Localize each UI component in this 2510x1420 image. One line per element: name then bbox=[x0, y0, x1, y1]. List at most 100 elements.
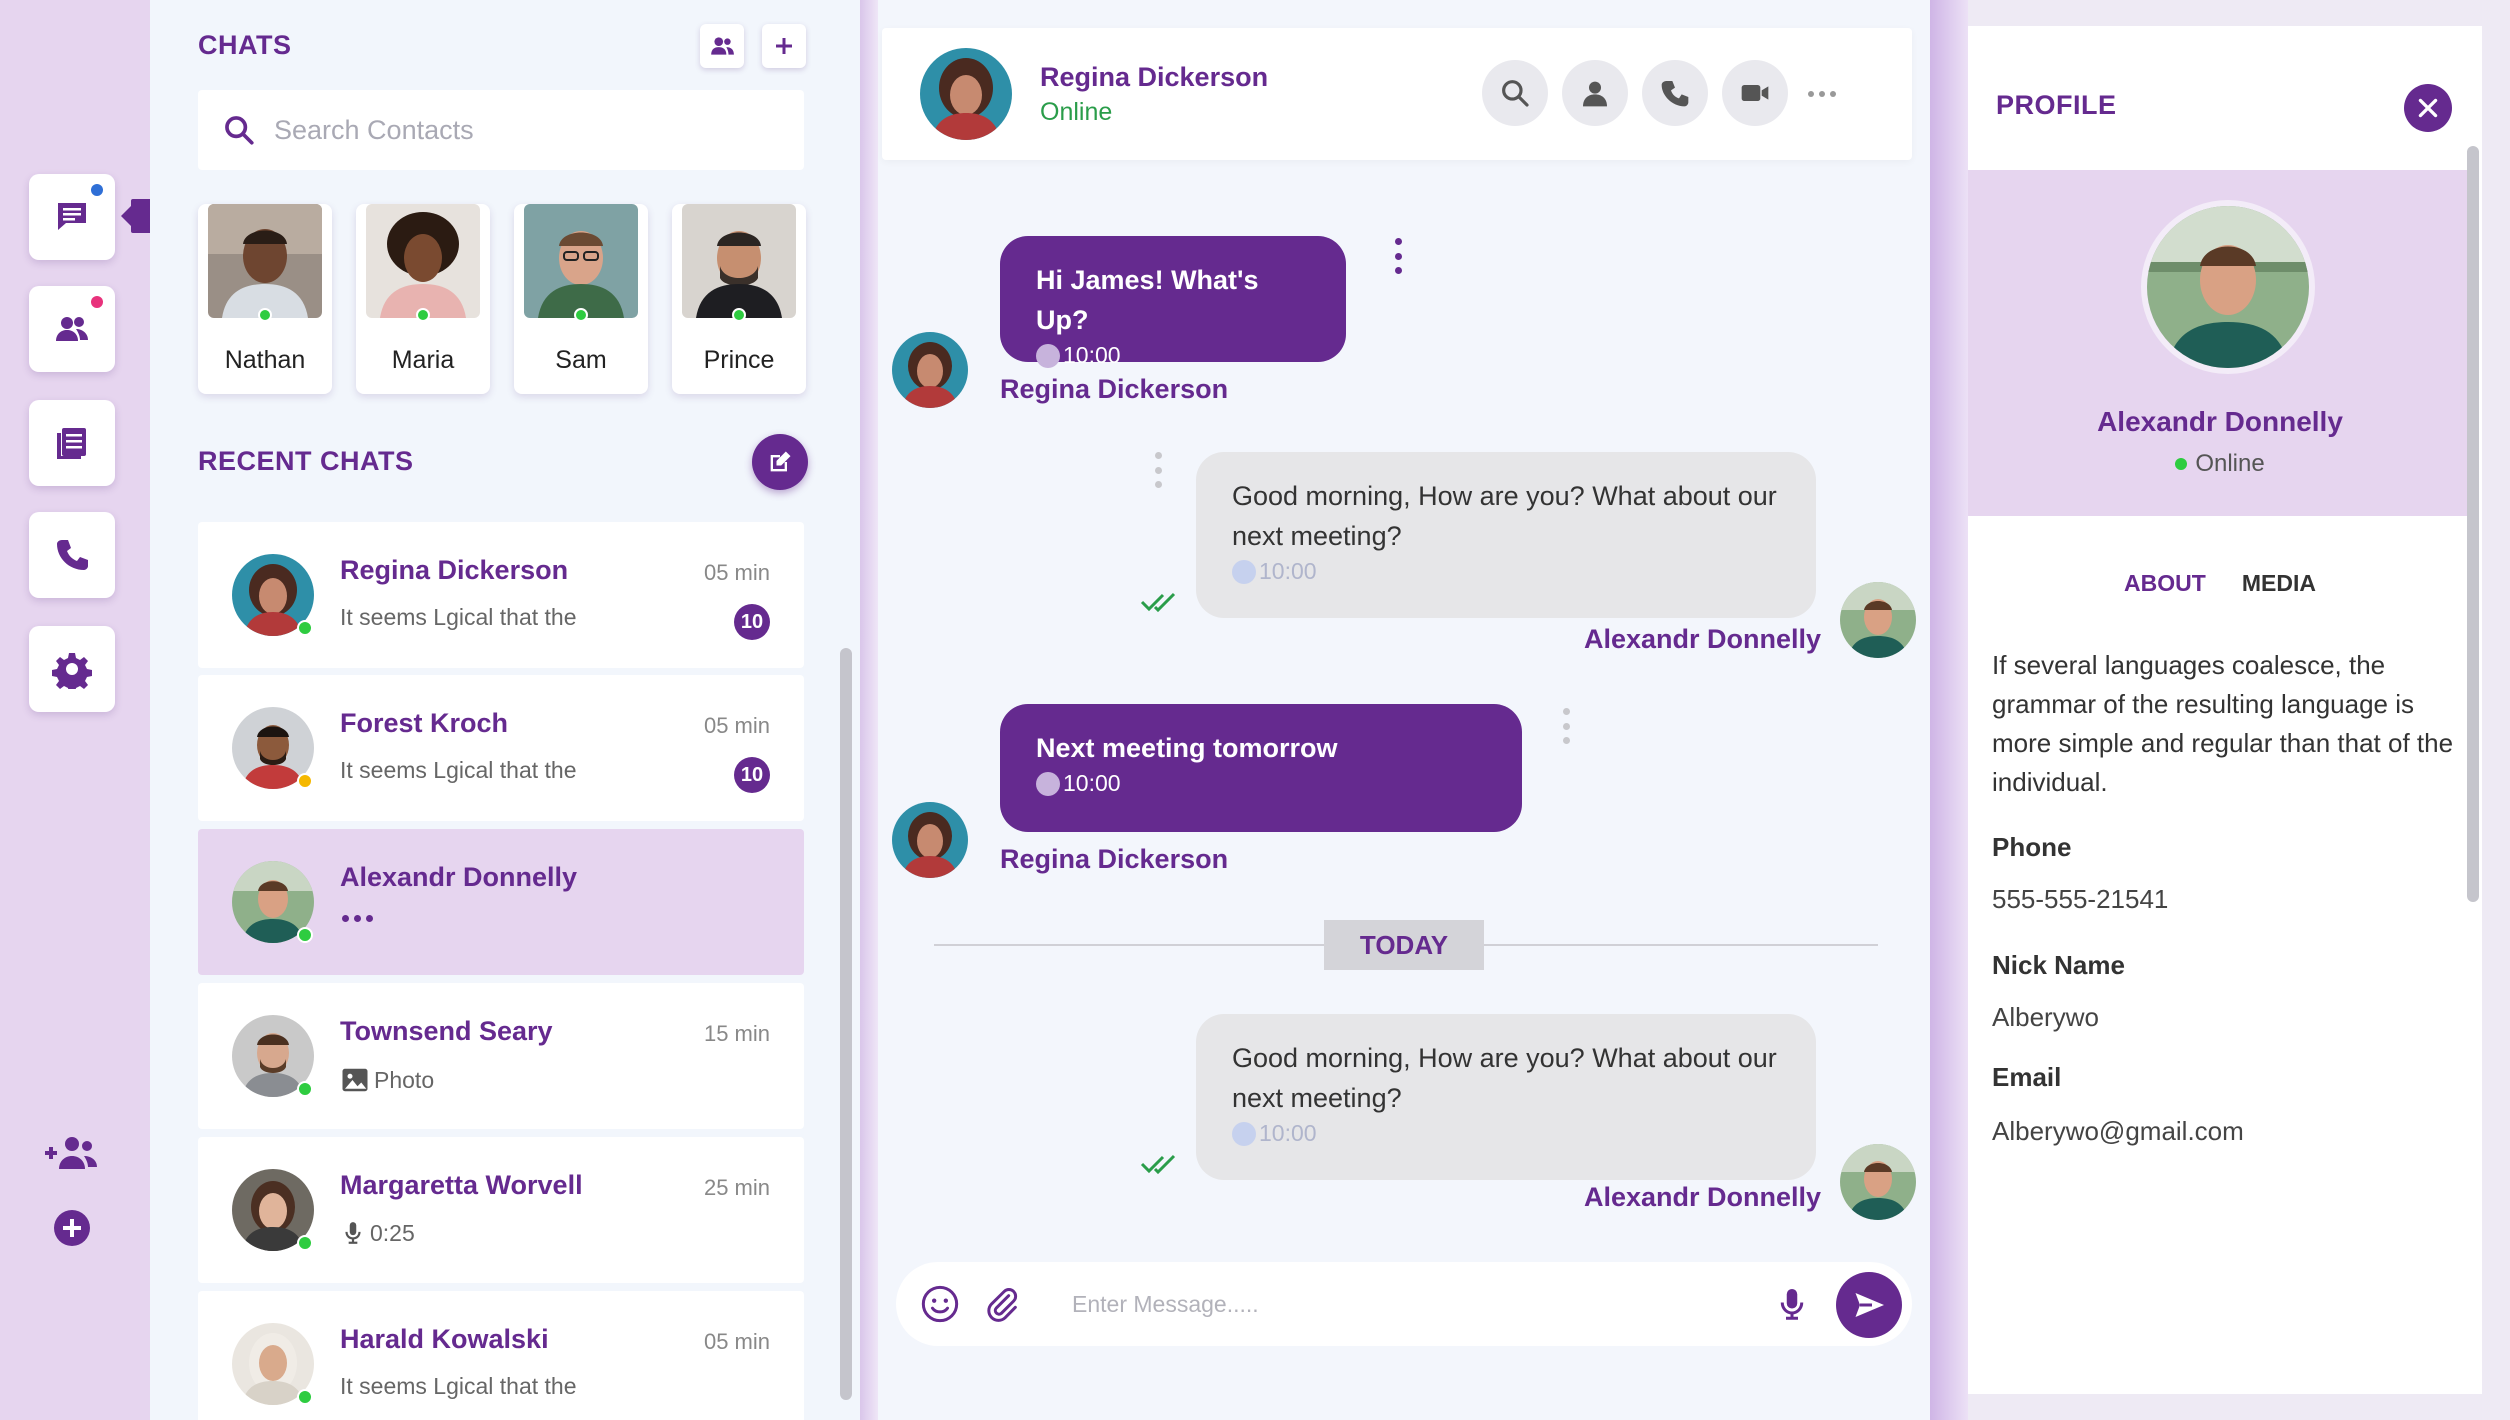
phone-label: Phone bbox=[1992, 832, 2072, 862]
avatar bbox=[366, 204, 480, 318]
about-text: If several languages coalesce, the gramm… bbox=[1992, 650, 2454, 797]
message-text: Hi James! What's Up? bbox=[1036, 265, 1259, 335]
more-horizontal-icon bbox=[1808, 91, 1836, 97]
story-card-prince[interactable]: Prince bbox=[672, 204, 806, 394]
search-icon bbox=[225, 116, 254, 145]
message-time: 05 min bbox=[703, 560, 770, 585]
profile-card: PROFILE Alexandr Donnelly Online ABOUT M… bbox=[1968, 26, 2482, 1394]
nickname-value: Alberywo bbox=[1992, 1002, 2099, 1032]
online-indicator bbox=[258, 308, 272, 322]
online-indicator bbox=[297, 620, 313, 636]
chat-item-regina-dickerson[interactable]: Regina Dickerson It seems Lgical that th… bbox=[198, 522, 804, 668]
outgoing-message[interactable]: Good morning, How are you? What about ou… bbox=[1196, 1014, 1816, 1180]
new-chat-button[interactable] bbox=[762, 24, 806, 68]
message-options-button[interactable] bbox=[1560, 708, 1572, 744]
nav-rail: Chat bbox=[0, 0, 229, 1420]
avatar[interactable] bbox=[920, 48, 1012, 140]
story-name: Maria bbox=[391, 346, 455, 374]
chat-list-scrollbar[interactable] bbox=[840, 648, 852, 1400]
add-circle-icon bbox=[54, 1210, 90, 1246]
contacts-icon bbox=[711, 37, 734, 55]
video-icon bbox=[1741, 85, 1769, 101]
message-time: 25 min bbox=[703, 1175, 770, 1200]
outgoing-message[interactable]: Good morning, How are you? What about ou… bbox=[1196, 452, 1816, 618]
search-icon bbox=[1502, 80, 1529, 107]
close-icon bbox=[2418, 98, 2438, 118]
contact-name: Regina Dickerson bbox=[1040, 62, 1269, 92]
compose-button[interactable] bbox=[752, 434, 808, 490]
contacts-button[interactable] bbox=[700, 24, 744, 68]
chat-item-alexandr-donnelly[interactable]: Alexandr Donnelly bbox=[198, 829, 804, 975]
tab-about[interactable]: ABOUT bbox=[2124, 570, 2206, 597]
story-card-maria[interactable]: Maria bbox=[356, 204, 490, 394]
unread-badge: 10 bbox=[734, 757, 770, 793]
last-message-voice: 0:25 bbox=[340, 1219, 415, 1247]
nav-documents-button[interactable] bbox=[29, 400, 115, 486]
emoji-button[interactable] bbox=[916, 1280, 964, 1328]
voice-record-button[interactable] bbox=[1768, 1280, 1816, 1328]
add-group-button[interactable] bbox=[42, 1128, 102, 1178]
online-indicator bbox=[732, 308, 746, 322]
nickname-label: Nick Name bbox=[1992, 950, 2125, 980]
story-card-nathan[interactable]: Nathan bbox=[198, 204, 332, 394]
nav-calls-button[interactable] bbox=[29, 512, 115, 598]
profile-tabs: ABOUT MEDIA bbox=[1968, 570, 2472, 597]
user-icon bbox=[1583, 81, 1607, 107]
profile-button[interactable] bbox=[1562, 60, 1628, 126]
message-time: 15 min bbox=[703, 1021, 770, 1046]
add-group-icon bbox=[45, 1137, 97, 1169]
tab-media[interactable]: MEDIA bbox=[2242, 570, 2316, 597]
search-input[interactable] bbox=[274, 114, 774, 146]
paperclip-icon bbox=[987, 1288, 1018, 1322]
message-time: 10:00 bbox=[1232, 558, 1780, 585]
message-options-button[interactable] bbox=[1152, 452, 1164, 488]
message-input[interactable] bbox=[1072, 1282, 1712, 1326]
chat-item-margaretta-worvell[interactable]: Margaretta Worvell 0:25 25 min bbox=[198, 1137, 804, 1283]
avatar bbox=[1840, 582, 1916, 658]
last-message: It seems Lgical that the bbox=[340, 757, 577, 783]
incoming-message[interactable]: Hi James! What's Up? 10:00 bbox=[1000, 236, 1346, 368]
avatar bbox=[208, 204, 322, 318]
read-receipt-icon bbox=[1140, 592, 1176, 613]
chat-item-forest-kroch[interactable]: Forest Kroch It seems Lgical that the 05… bbox=[198, 675, 804, 821]
microphone-icon bbox=[345, 1222, 361, 1244]
chat-item-townsend-seary[interactable]: Townsend Seary Photo 15 min bbox=[198, 983, 804, 1129]
story-name: Prince bbox=[703, 346, 775, 374]
clock-icon bbox=[1036, 771, 1060, 796]
sender-name: Regina Dickerson bbox=[1000, 844, 1229, 874]
video-call-button[interactable] bbox=[1722, 60, 1788, 126]
voice-call-button[interactable] bbox=[1642, 60, 1708, 126]
add-button[interactable] bbox=[42, 1203, 102, 1253]
photo-icon bbox=[342, 1068, 368, 1092]
search-button[interactable] bbox=[1482, 60, 1548, 126]
last-message: Photo bbox=[374, 1066, 435, 1093]
recent-chats-title: RECENT CHATS bbox=[198, 446, 414, 476]
incoming-message[interactable]: Next meeting tomorrow 10:00 bbox=[1000, 704, 1522, 832]
avatar bbox=[892, 332, 968, 408]
story-card-sam[interactable]: Sam bbox=[514, 204, 648, 394]
away-indicator bbox=[297, 773, 313, 789]
profile-hero: Alexandr Donnelly Online bbox=[1968, 170, 2472, 516]
message-options-button[interactable] bbox=[1392, 238, 1404, 274]
unread-badge: 10 bbox=[734, 604, 770, 640]
nav-settings-button[interactable] bbox=[29, 626, 115, 712]
nav-chat-button[interactable] bbox=[29, 174, 115, 260]
send-button[interactable] bbox=[1836, 1272, 1902, 1338]
sender-name: Alexandr Donnelly bbox=[1584, 624, 1822, 654]
avatar bbox=[524, 204, 638, 318]
attach-button[interactable] bbox=[978, 1280, 1026, 1328]
more-options-button[interactable] bbox=[1800, 72, 1844, 116]
date-separator: TODAY bbox=[1324, 920, 1484, 970]
chat-item-harald-kowalski[interactable]: Harald Kowalski It seems Lgical that the… bbox=[198, 1291, 804, 1420]
contact-name: Harald Kowalski bbox=[340, 1324, 549, 1354]
contact-status: Online bbox=[1040, 98, 1113, 126]
nav-contacts-button[interactable] bbox=[29, 286, 115, 372]
profile-scrollbar[interactable] bbox=[2467, 146, 2479, 902]
clock-icon bbox=[1036, 343, 1060, 368]
gear-icon bbox=[52, 653, 92, 689]
profile-panel: PROFILE Alexandr Donnelly Online ABOUT M… bbox=[1968, 0, 2510, 1420]
online-indicator bbox=[297, 1235, 313, 1251]
panel-divider bbox=[1930, 0, 1968, 1420]
close-profile-button[interactable] bbox=[2404, 84, 2452, 132]
microphone-icon bbox=[1780, 1289, 1804, 1320]
